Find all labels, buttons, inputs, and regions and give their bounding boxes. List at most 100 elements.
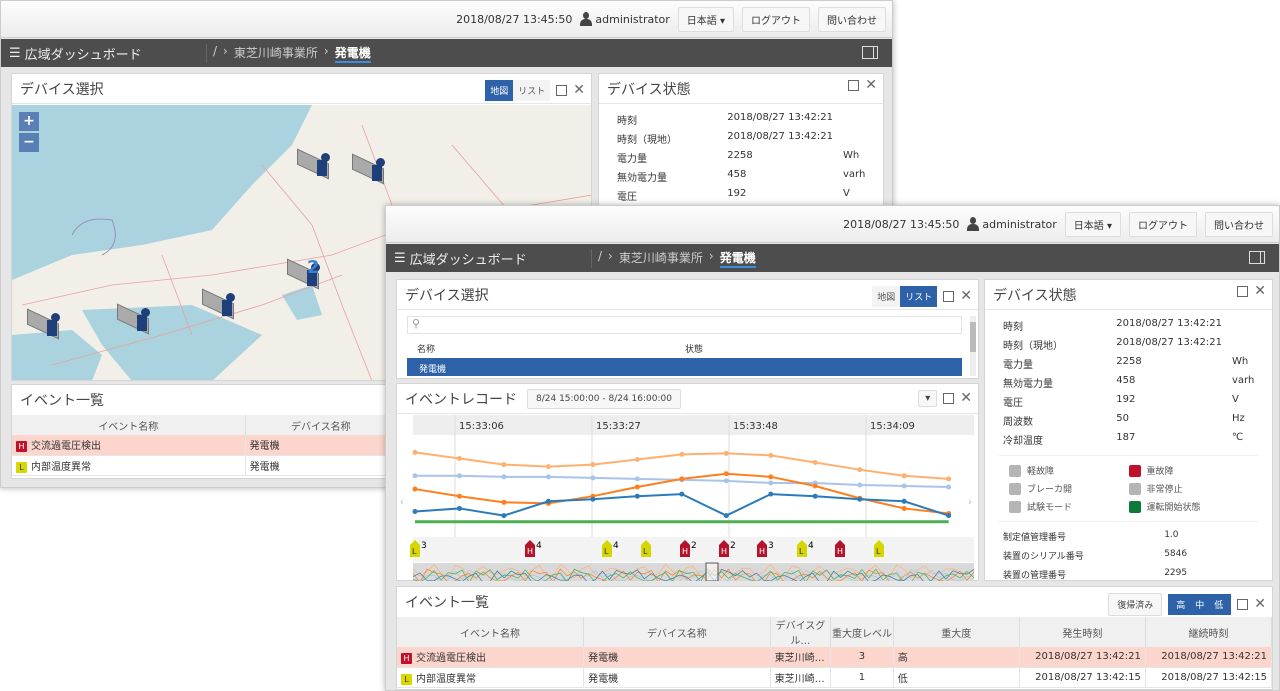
data-point[interactable] [412, 509, 418, 514]
navigator-handle[interactable] [705, 562, 719, 581]
list-tab[interactable]: リスト [900, 286, 938, 307]
data-point[interactable] [501, 499, 507, 505]
data-point[interactable] [679, 451, 685, 457]
dropdown-button[interactable]: ▾ [918, 390, 938, 407]
data-point[interactable] [901, 483, 907, 489]
generator-marker-icon[interactable] [27, 308, 63, 340]
severity-filter[interactable]: 高中低 [1168, 594, 1232, 615]
cluster-count[interactable]: 2 [307, 257, 320, 278]
data-point[interactable] [812, 483, 818, 489]
data-point[interactable] [634, 484, 640, 490]
data-point[interactable] [679, 491, 685, 497]
data-point[interactable] [545, 464, 551, 470]
breadcrumb-site[interactable]: 東芝川崎事業所 [619, 249, 703, 268]
data-point[interactable] [901, 505, 907, 511]
column-header[interactable]: イベント名称 [397, 617, 585, 647]
column-header[interactable]: 重大度 [893, 617, 1020, 647]
data-point[interactable] [901, 473, 907, 479]
data-point[interactable] [412, 449, 418, 455]
close-icon[interactable]: ✕ [865, 78, 877, 92]
maximize-icon[interactable] [556, 85, 568, 96]
column-header[interactable]: デバイス名称 [583, 617, 771, 647]
map-tab[interactable]: 地図 [485, 80, 514, 101]
data-point[interactable] [723, 471, 729, 477]
language-select[interactable]: 日本語 ▾ [1064, 211, 1121, 237]
data-point[interactable] [501, 462, 507, 468]
close-icon[interactable]: ✕ [960, 289, 972, 303]
zoom-out-button[interactable]: − [19, 133, 39, 152]
filter-medium[interactable]: 中 [1190, 594, 1210, 615]
table-row[interactable]: L 内部温度異常 発電機 東芝川崎… 1 低 2018/08/27 13:42:15 2018… [397, 667, 1273, 688]
data-point[interactable] [634, 456, 640, 462]
data-point[interactable] [545, 474, 551, 480]
data-point[interactable] [501, 474, 507, 480]
data-point[interactable] [857, 467, 863, 473]
data-point[interactable] [768, 452, 774, 458]
data-point[interactable] [590, 475, 596, 481]
data-point[interactable] [723, 513, 729, 519]
panel-layout-icon[interactable] [862, 46, 878, 59]
maximize-icon[interactable] [1237, 599, 1249, 610]
data-point[interactable] [412, 486, 418, 492]
data-point[interactable] [679, 476, 685, 482]
filter-low[interactable]: 低 [1209, 594, 1229, 615]
contact-button[interactable]: 問い合わせ [818, 6, 886, 32]
data-point[interactable] [857, 496, 863, 502]
column-header[interactable]: 継続時刻 [1145, 617, 1273, 647]
table-row[interactable]: L 内部温度異常 発電機 [12, 455, 398, 476]
logout-button[interactable]: ログアウト [1129, 211, 1197, 237]
map-tab[interactable]: 地図 [872, 286, 901, 307]
filter-high[interactable]: 高 [1171, 594, 1191, 615]
data-point[interactable] [812, 493, 818, 499]
list-item[interactable]: 発電機 [407, 358, 962, 376]
data-point[interactable] [590, 462, 596, 468]
data-point[interactable] [768, 491, 774, 497]
contact-button[interactable]: 問い合わせ [1205, 211, 1273, 237]
maximize-icon[interactable] [1237, 286, 1249, 297]
maximize-icon[interactable] [943, 393, 955, 404]
data-point[interactable] [723, 478, 729, 484]
data-point[interactable] [412, 473, 418, 479]
time-range-button[interactable]: 8/24 15:00:00 - 8/24 16:00:00 [527, 388, 681, 409]
table-row[interactable]: H 交流過電圧検出 発電機 東芝川崎… 3 高 2018/08/27 13:42:21 201… [397, 647, 1273, 668]
data-point[interactable] [456, 493, 462, 499]
data-point[interactable] [456, 505, 462, 511]
data-point[interactable] [456, 455, 462, 461]
close-icon[interactable]: ✕ [1254, 284, 1266, 298]
data-point[interactable] [634, 493, 640, 499]
generator-marker-icon[interactable] [297, 148, 333, 180]
language-select[interactable]: 日本語 ▾ [677, 6, 734, 32]
data-point[interactable] [768, 480, 774, 486]
data-point[interactable] [501, 513, 507, 519]
scroll-right-icon[interactable]: › [968, 497, 972, 508]
breadcrumb-site[interactable]: 東芝川崎事業所 [234, 44, 318, 63]
data-point[interactable] [456, 473, 462, 479]
generator-marker-icon[interactable] [117, 303, 153, 335]
data-point[interactable] [857, 482, 863, 488]
data-point[interactable] [901, 498, 907, 504]
column-header[interactable]: 重大度レベル [830, 617, 894, 647]
data-point[interactable] [946, 476, 952, 482]
data-point[interactable] [590, 496, 596, 502]
data-point[interactable] [723, 450, 729, 456]
event-chart[interactable]: 15:33:06 15:33:27 15:33:48 15:34:09‹ ›L3H4L4… [397, 415, 978, 581]
search-input[interactable]: ⚲ [407, 316, 962, 334]
scroll-left-icon[interactable]: ‹ [400, 497, 404, 508]
data-point[interactable] [946, 513, 952, 519]
data-point[interactable] [545, 498, 551, 504]
scrollbar[interactable] [970, 316, 976, 376]
generator-marker-icon[interactable] [202, 288, 238, 320]
maximize-icon[interactable] [943, 291, 955, 302]
generator-marker-icon[interactable] [352, 153, 388, 185]
logout-button[interactable]: ログアウト [742, 6, 810, 32]
data-point[interactable] [768, 474, 774, 480]
menu-button[interactable]: ☰ 広域ダッシュボード [1, 44, 206, 63]
list-tab[interactable]: リスト [513, 80, 551, 101]
maximize-icon[interactable] [848, 80, 860, 91]
panel-layout-icon[interactable] [1249, 251, 1265, 264]
data-point[interactable] [946, 484, 952, 490]
data-point[interactable] [812, 460, 818, 466]
close-icon[interactable]: ✕ [573, 83, 585, 97]
menu-button[interactable]: ☰ 広域ダッシュボード [386, 249, 591, 268]
user[interactable]: administrator [580, 12, 670, 26]
